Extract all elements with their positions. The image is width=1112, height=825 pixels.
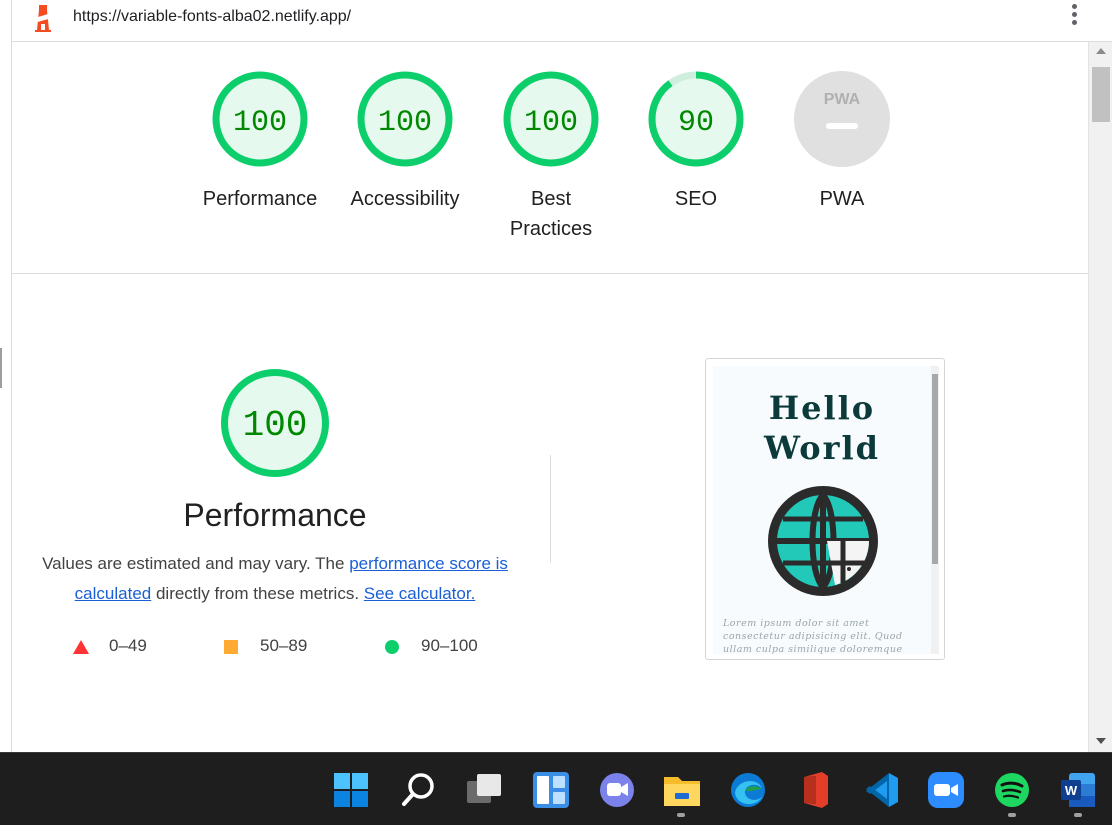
section-divider <box>12 273 1088 274</box>
legend-range: 0–49 <box>109 636 147 655</box>
pwa-badge-text: PWA <box>824 91 861 108</box>
scroll-down-icon[interactable] <box>1096 738 1106 744</box>
edge-icon[interactable] <box>729 771 767 809</box>
performance-gauge: 100 <box>221 369 329 477</box>
page: https://variable-fonts-alba02.netlify.ap… <box>0 0 1112 825</box>
gauge-ring: 100 <box>357 71 453 167</box>
vscode-icon[interactable] <box>862 771 900 809</box>
heading-line-1: Hello <box>768 389 876 427</box>
more-options-icon[interactable] <box>1067 4 1081 32</box>
gauge-label: SEO <box>674 188 718 210</box>
gauge-ring: 100 <box>212 71 308 167</box>
gauge-pwa[interactable]: PWA PWA <box>772 70 912 214</box>
running-indicator <box>677 813 685 817</box>
vertical-divider <box>550 455 551 563</box>
side-marker <box>0 348 2 388</box>
lighthouse-icon <box>35 5 51 32</box>
circle-icon <box>385 640 399 654</box>
performance-title: Performance <box>183 497 367 533</box>
thumbnail-heading: Hello World <box>713 388 931 468</box>
taskbar: W <box>0 752 1112 825</box>
running-indicator <box>1008 813 1016 817</box>
url-text[interactable]: https://variable-fonts-alba02.netlify.ap… <box>73 8 351 26</box>
svg-text:W: W <box>1065 783 1078 798</box>
search-icon[interactable] <box>399 771 437 809</box>
globe-icon <box>768 486 878 596</box>
legend-range: 50–89 <box>260 636 308 655</box>
gauge-ring: 90 <box>648 71 744 167</box>
legend-range: 90–100 <box>421 636 478 655</box>
performance-description: Values are estimated and may vary. The p… <box>20 549 530 609</box>
gauge-score: 100 <box>524 106 578 140</box>
desc-middle: directly from these metrics. <box>151 584 364 603</box>
url-bar: https://variable-fonts-alba02.netlify.ap… <box>12 0 1112 42</box>
gauge-label: Accessibility <box>350 188 460 210</box>
file-explorer-icon[interactable] <box>663 771 701 809</box>
start-icon[interactable] <box>332 771 370 809</box>
thumbnail-scroll-thumb[interactable] <box>932 374 938 564</box>
gauge-label: Performance <box>202 188 318 210</box>
gauge-performance[interactable]: 100 Performance <box>190 70 330 214</box>
teams-chat-icon[interactable] <box>598 771 636 809</box>
gauge-score: 100 <box>233 106 287 140</box>
triangle-icon <box>73 640 89 654</box>
thumbnail-scrollbar[interactable] <box>931 366 939 654</box>
pwa-badge-icon: PWA <box>794 71 890 167</box>
heading-line-2: World <box>763 429 881 467</box>
square-icon <box>224 640 238 654</box>
screenshot-content: Hello World Lorem ipsum dolor sit amet c… <box>713 366 931 654</box>
scroll-up-icon[interactable] <box>1096 48 1106 54</box>
gauge-score: 100 <box>378 106 432 140</box>
gauge-label: PWA <box>819 188 865 210</box>
gauge-seo[interactable]: 90 SEO <box>626 70 766 214</box>
spotify-icon[interactable] <box>993 771 1031 809</box>
desc-prefix: Values are estimated and may vary. The <box>42 554 350 573</box>
gauge-best-practices[interactable]: 100 Best Practices <box>481 70 621 244</box>
gauge-accessibility[interactable]: 100 Accessibility <box>335 70 475 214</box>
gauge-score: 90 <box>678 106 714 140</box>
zoom-icon[interactable] <box>927 771 965 809</box>
page-scrollbar[interactable] <box>1088 42 1112 752</box>
thumbnail-lorem: Lorem ipsum dolor sit amet consectetur a… <box>723 618 903 654</box>
word-icon[interactable]: W <box>1059 771 1097 809</box>
score-gauges: 100 Performance 100 Accessibility 100 Be… <box>0 70 1088 260</box>
final-screenshot[interactable]: Hello World Lorem ipsum dolor sit amet c… <box>705 358 945 660</box>
running-indicator <box>1074 813 1082 817</box>
scroll-thumb[interactable] <box>1092 67 1110 122</box>
task-view-icon[interactable] <box>465 771 503 809</box>
see-calculator-link[interactable]: See calculator. <box>364 584 476 603</box>
gauge-ring: 100 <box>503 71 599 167</box>
widgets-icon[interactable] <box>532 771 570 809</box>
office-icon[interactable] <box>796 771 834 809</box>
gauge-label: Best Practices <box>509 188 593 240</box>
performance-score: 100 <box>243 405 308 446</box>
